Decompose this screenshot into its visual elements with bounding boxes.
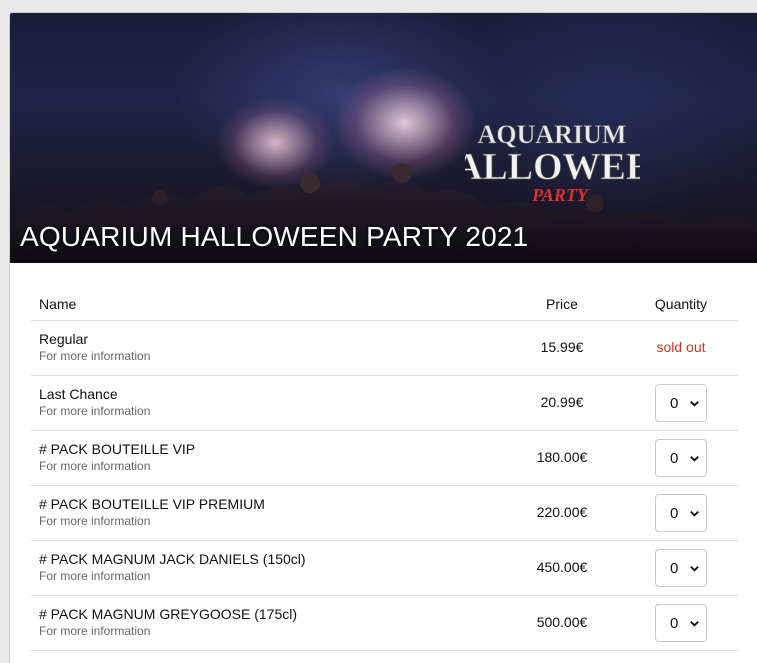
ticket-name: Regular bbox=[39, 331, 89, 347]
logo-line-1: AQUARIUM bbox=[478, 120, 627, 149]
chevron-down-icon bbox=[690, 400, 699, 407]
ticket-price: 220.00€ bbox=[536, 504, 588, 520]
chevron-down-icon bbox=[690, 620, 699, 627]
ticket-price: 15.99€ bbox=[540, 339, 584, 355]
ticket-name: # PACK BOUTEILLE VIP PREMIUM bbox=[39, 496, 265, 512]
quantity-value: 0 bbox=[670, 449, 679, 467]
logo-line-2: HALLOWEEN bbox=[465, 146, 640, 188]
ticket-name: # PACK MAGNUM JACK DANIELS (150cl) bbox=[39, 551, 306, 567]
quantity-select[interactable]: 0 bbox=[655, 439, 707, 477]
table-row: # PACK BOUTEILLE VIP PREMIUM For more in… bbox=[31, 486, 739, 541]
event-banner: AQUARIUM HALLOWEEN PARTY AQUARIUM HALLOW… bbox=[10, 13, 757, 263]
quantity-select[interactable]: 0 bbox=[655, 384, 707, 422]
quantity-value: 0 bbox=[670, 559, 679, 577]
ticket-info-link[interactable]: For more information bbox=[39, 568, 501, 584]
table-row: # PACK BOUTEILLE VIP For more informatio… bbox=[31, 431, 739, 486]
chevron-down-icon bbox=[690, 455, 699, 462]
header-quantity: Quantity bbox=[654, 295, 708, 312]
ticket-price: 450.00€ bbox=[536, 559, 588, 575]
logo-line-3: PARTY bbox=[531, 185, 590, 205]
table-row: Regular For more information 15.99€ sold… bbox=[31, 321, 739, 376]
event-title: AQUARIUM HALLOWEEN PARTY 2021 bbox=[20, 221, 529, 252]
ticket-info-link[interactable]: For more information bbox=[39, 348, 501, 364]
table-row: Last Chance For more information 20.99€ … bbox=[31, 376, 739, 431]
quantity-select[interactable]: 0 bbox=[655, 549, 707, 587]
ticket-price: 20.99€ bbox=[540, 394, 584, 410]
ticket-price: 180.00€ bbox=[536, 449, 588, 465]
ticket-info-link[interactable]: For more information bbox=[39, 623, 501, 639]
header-price: Price bbox=[546, 295, 578, 312]
ticket-info-link[interactable]: For more information bbox=[39, 458, 501, 474]
quantity-value: 0 bbox=[670, 394, 679, 412]
ticket-info-link[interactable]: For more information bbox=[39, 403, 501, 419]
header-name: Name bbox=[39, 295, 77, 312]
sold-out-label: sold out bbox=[656, 339, 706, 355]
ticket-info-link[interactable]: For more information bbox=[39, 513, 501, 529]
event-logo: AQUARIUM HALLOWEEN PARTY bbox=[465, 120, 640, 205]
quantity-value: 0 bbox=[670, 614, 679, 632]
table-row: # PACK MAGNUM JACK DANIELS (150cl) For m… bbox=[31, 541, 739, 596]
ticket-price: 500.00€ bbox=[536, 614, 588, 630]
ticket-name: # PACK BOUTEILLE VIP bbox=[39, 441, 196, 457]
quantity-select[interactable]: 0 bbox=[655, 604, 707, 642]
ticket-table: Name Price Quantity Regular For more inf… bbox=[31, 287, 739, 651]
table-header: Name Price Quantity bbox=[31, 287, 739, 321]
chevron-down-icon bbox=[690, 510, 699, 517]
chevron-down-icon bbox=[690, 565, 699, 572]
quantity-value: 0 bbox=[670, 504, 679, 522]
ticket-name: # PACK MAGNUM GREYGOOSE (175cl) bbox=[39, 606, 298, 622]
table-row: # PACK MAGNUM GREYGOOSE (175cl) For more… bbox=[31, 596, 739, 651]
ticket-name: Last Chance bbox=[39, 386, 118, 402]
quantity-select[interactable]: 0 bbox=[655, 494, 707, 532]
ticket-page: AQUARIUM HALLOWEEN PARTY AQUARIUM HALLOW… bbox=[9, 12, 757, 663]
